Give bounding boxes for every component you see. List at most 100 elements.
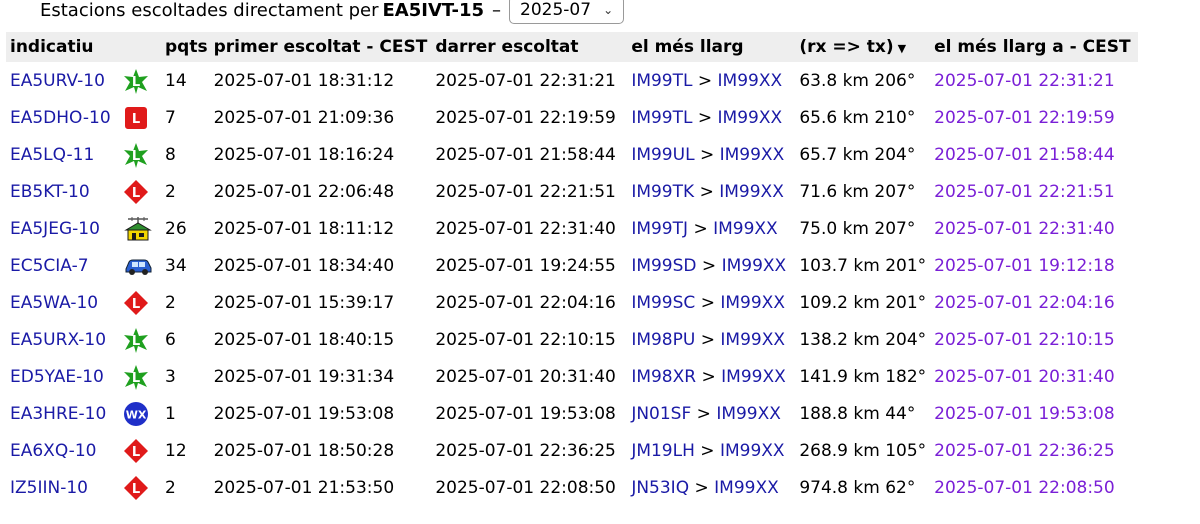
cell-symbol: L: [117, 99, 161, 136]
column-header-last[interactable]: darrer escoltat: [431, 32, 628, 62]
station-link[interactable]: EA5JEG-10: [10, 219, 100, 239]
cell-distance: 974.8 km 62°: [799, 477, 916, 498]
cell-last-heard: 2025-07-01 22:04:16: [435, 292, 616, 313]
tx-locator-link[interactable]: IM99XX: [718, 108, 783, 128]
tx-locator-link[interactable]: IM99XX: [720, 293, 785, 313]
column-header-longest-at[interactable]: el més llarg a - CEST: [930, 32, 1139, 62]
path-arrow: >: [697, 70, 713, 91]
cell-distance: 71.6 km 207°: [799, 181, 916, 202]
rx-locator-link[interactable]: IM99TL: [631, 71, 692, 91]
cell-longest-at: 2025-07-01 22:10:15: [934, 329, 1115, 350]
cell-longest-at: 2025-07-01 19:53:08: [934, 403, 1115, 424]
rx-locator-link[interactable]: JN53IQ: [631, 478, 689, 498]
table-row: EA5DHO-10 L 7 2025-07-01 21:09:36 2025-0…: [6, 99, 1138, 136]
cell-last-heard: 2025-07-01 22:08:50: [435, 477, 616, 498]
house-antenna-icon: [124, 216, 152, 240]
cell-symbol: L: [117, 173, 161, 210]
column-header-pkts[interactable]: pqts: [161, 32, 210, 62]
tx-locator-link[interactable]: IM99XX: [718, 71, 783, 91]
rx-locator-link[interactable]: JN01SF: [631, 404, 691, 424]
rx-locator-link[interactable]: IM98PU: [631, 330, 695, 350]
tx-locator-link[interactable]: IM99XX: [716, 404, 781, 424]
rx-locator-link[interactable]: IM99SD: [631, 256, 696, 276]
cell-call: EC5CIA-7: [6, 247, 117, 284]
rx-locator-link[interactable]: IM99TJ: [631, 219, 688, 239]
svg-text:L: L: [132, 186, 140, 201]
period-select[interactable]: 2025-07 ⌄: [509, 0, 625, 24]
rx-locator-link[interactable]: IM99UL: [631, 145, 694, 165]
tx-locator-link[interactable]: IM99XX: [721, 367, 786, 387]
cell-longest: IM99TL > IM99XX: [627, 62, 795, 99]
cell-pkts: 12: [165, 440, 187, 461]
station-link[interactable]: EA5DHO-10: [10, 108, 111, 128]
svg-text:L: L: [132, 371, 140, 386]
cell-first-heard: 2025-07-01 22:06:48: [213, 181, 395, 202]
column-header-call[interactable]: indicatiu: [6, 32, 117, 62]
cell-pkts: 2: [165, 181, 176, 202]
cell-first-heard: 2025-07-01 15:39:17: [213, 292, 395, 313]
station-link[interactable]: EB5KT-10: [10, 182, 90, 202]
page-header: Estacions escoltades directament per EA5…: [0, 0, 1200, 30]
station-link[interactable]: EA5LQ-11: [10, 145, 94, 165]
cell-first-heard: 2025-07-01 18:11:12: [213, 218, 395, 239]
station-link[interactable]: EA3HRE-10: [10, 404, 106, 424]
rx-locator-link[interactable]: IM98XR: [631, 367, 696, 387]
column-header-first[interactable]: primer escoltat - CEST: [209, 32, 432, 62]
tx-locator-link[interactable]: IM99XX: [722, 256, 787, 276]
cell-symbol: L: [117, 62, 161, 99]
cell-symbol: L: [117, 136, 161, 173]
cell-longest-at: 2025-07-01 22:08:50: [934, 477, 1115, 498]
station-link[interactable]: IZ5IIN-10: [10, 478, 88, 498]
cell-first-heard: 2025-07-01 19:53:08: [213, 403, 395, 424]
cell-first-heard: 2025-07-01 18:31:12: [213, 70, 395, 91]
rx-locator-link[interactable]: IM99SC: [631, 293, 695, 313]
rx-locator-link[interactable]: IM99TK: [631, 182, 694, 202]
cell-distance: 75.0 km 207°: [799, 218, 916, 239]
path-arrow: >: [694, 477, 709, 498]
tx-locator-link[interactable]: IM99XX: [719, 182, 784, 202]
period-select-value: 2025-07: [520, 0, 592, 20]
cell-call: EA5JEG-10: [6, 210, 117, 247]
column-header-longest[interactable]: el més llarg: [627, 32, 796, 62]
station-link[interactable]: EA5URX-10: [10, 330, 106, 350]
cell-symbol: L: [117, 358, 161, 395]
cell-longest-at: 2025-07-01 22:19:59: [934, 107, 1115, 128]
cell-call: EB5KT-10: [6, 173, 117, 210]
cell-call: EA5DHO-10: [6, 99, 117, 136]
cell-distance: 63.8 km 206°: [799, 70, 916, 91]
station-link[interactable]: EC5CIA-7: [10, 256, 89, 276]
cell-pkts: 2: [165, 477, 176, 498]
table-row: EC5CIA-7 34 2025-07-01 18:34:40 2025-07-…: [6, 247, 1138, 284]
tx-locator-link[interactable]: IM99XX: [720, 145, 785, 165]
red-diamond-icon: L: [124, 438, 148, 463]
tx-locator-link[interactable]: IM99XX: [714, 478, 779, 498]
path-arrow: >: [699, 144, 715, 165]
table-row: ED5YAE-10 L 3 2025-07-01 19:31:34 2025-0…: [6, 358, 1138, 395]
tx-locator-link[interactable]: IM99XX: [720, 330, 785, 350]
tx-locator-link[interactable]: IM99XX: [713, 219, 778, 239]
rx-locator-link[interactable]: JM19LH: [631, 441, 695, 461]
cell-symbol: L: [117, 432, 161, 469]
cell-call: EA6XQ-10: [6, 432, 117, 469]
cell-pkts: 7: [165, 107, 176, 128]
cell-distance: 188.8 km 44°: [799, 403, 916, 424]
station-link[interactable]: EA5WA-10: [10, 293, 98, 313]
station-link[interactable]: ED5YAE-10: [10, 367, 104, 387]
cell-symbol: [117, 210, 161, 247]
tx-locator-link[interactable]: IM99XX: [720, 441, 785, 461]
table-row: EA6XQ-10 L 12 2025-07-01 18:50:28 2025-0…: [6, 432, 1138, 469]
station-link[interactable]: EA5URV-10: [10, 71, 105, 91]
path-arrow: >: [700, 329, 715, 350]
svg-text:WX: WX: [126, 408, 147, 421]
rx-locator-link[interactable]: IM99TL: [631, 108, 692, 128]
path-arrow: >: [700, 440, 715, 461]
column-header-distance[interactable]: (rx => tx) ▼: [795, 32, 931, 62]
cell-distance: 268.9 km 105°: [799, 440, 927, 461]
cell-distance: 65.6 km 210°: [799, 107, 916, 128]
svg-text:L: L: [132, 149, 140, 164]
cell-first-heard: 2025-07-01 18:40:15: [213, 329, 395, 350]
station-link[interactable]: EA6XQ-10: [10, 441, 96, 461]
table-row: EA5URX-10 L 6 2025-07-01 18:40:15 2025-0…: [6, 321, 1138, 358]
cell-longest: IM98XR > IM99XX: [627, 358, 795, 395]
page-title: Estacions escoltades directament per: [40, 0, 379, 21]
